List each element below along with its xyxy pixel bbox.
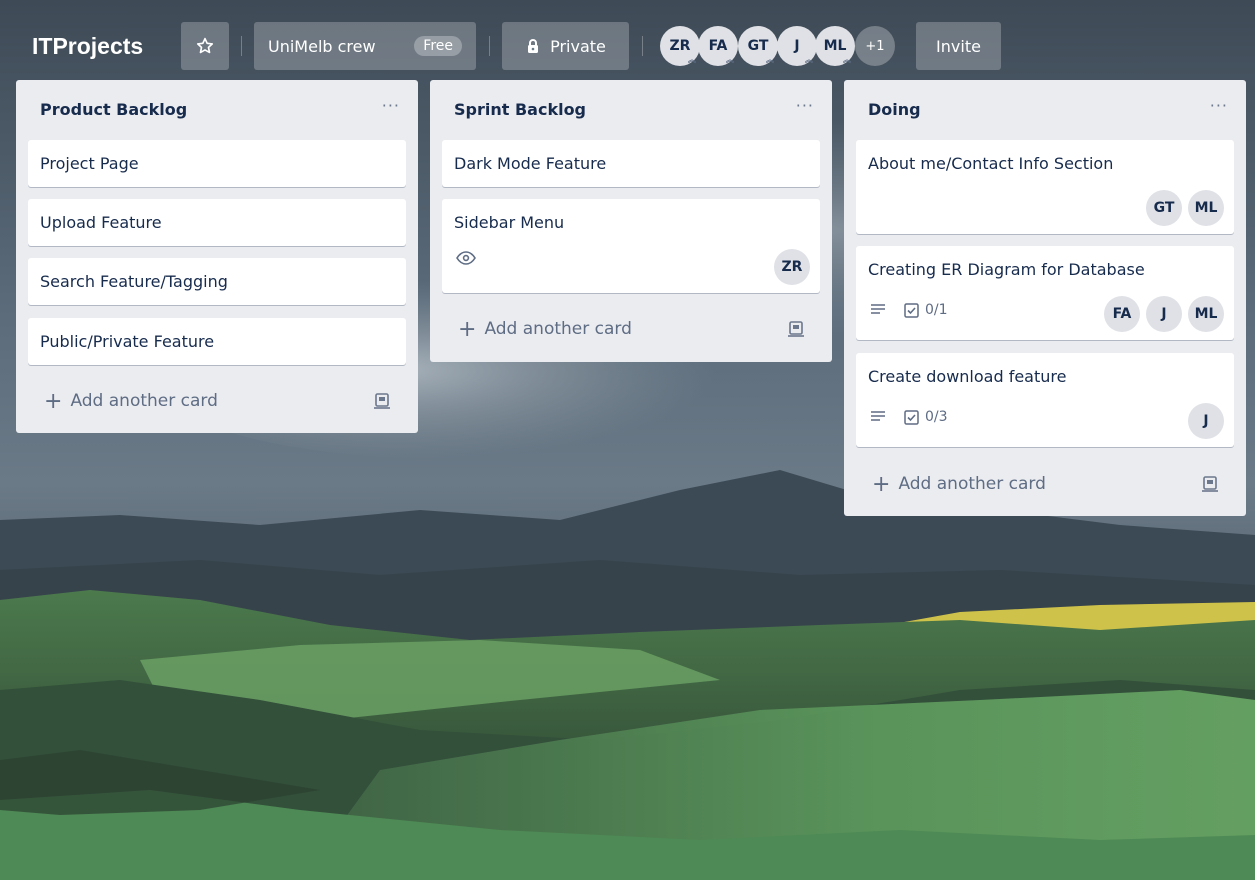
list-title[interactable]: Doing	[868, 100, 921, 119]
add-card-label: Add another card	[898, 474, 1046, 494]
card[interactable]: About me/Contact Info Section GT ML	[856, 140, 1234, 234]
list-title[interactable]: Product Backlog	[40, 100, 187, 119]
board-header: ITProjects UniMelb crew Free Private ZR ︽…	[0, 0, 1255, 80]
visibility-label: Private	[550, 36, 606, 56]
list-menu-button[interactable]: ···	[1210, 96, 1228, 115]
card[interactable]: Create download feature 0/3 J	[856, 353, 1234, 447]
watch-eye-icon	[456, 251, 476, 265]
member-avatar[interactable]: FA ︽	[698, 26, 738, 66]
list-product-backlog: Product Backlog ··· Project Page Upload …	[16, 80, 418, 433]
card-template-icon[interactable]	[786, 319, 806, 339]
card-title: Project Page	[40, 154, 139, 173]
card[interactable]: Project Page	[28, 140, 406, 187]
visibility-button[interactable]: Private	[502, 22, 629, 70]
team-name: UniMelb crew	[268, 36, 376, 56]
member-avatar[interactable]: GT ︽	[738, 26, 778, 66]
list-header: Product Backlog ···	[16, 80, 418, 138]
invite-button[interactable]: Invite	[916, 22, 1001, 70]
card-title: Upload Feature	[40, 213, 162, 232]
list-menu-button[interactable]: ···	[382, 96, 400, 115]
card-members: J	[1188, 403, 1224, 439]
checklist-icon	[904, 409, 919, 425]
admin-chevron-icon: ︽	[805, 55, 813, 64]
board-members: ZR ︽ FA ︽ GT ︽ J ︽ ML ︽ +1	[660, 26, 900, 66]
description-icon	[871, 411, 885, 421]
member-avatar[interactable]: J	[1188, 403, 1224, 439]
board-title[interactable]: ITProjects	[32, 22, 143, 70]
checklist-badge: 0/1	[904, 302, 948, 318]
list-header: Sprint Backlog ···	[430, 80, 832, 138]
card-badges	[456, 251, 476, 265]
card-title: Search Feature/Tagging	[40, 272, 228, 291]
admin-chevron-icon: ︽	[726, 55, 734, 64]
add-card-label: Add another card	[70, 391, 218, 411]
card-title: Public/Private Feature	[40, 332, 215, 351]
card[interactable]: Sidebar Menu ZR	[442, 199, 820, 293]
add-card-button[interactable]: + Add another card	[442, 307, 820, 351]
card[interactable]: Upload Feature	[28, 199, 406, 246]
card[interactable]: Dark Mode Feature	[442, 140, 820, 187]
card[interactable]: Public/Private Feature	[28, 318, 406, 365]
star-board-button[interactable]	[181, 22, 229, 70]
member-avatar[interactable]: FA	[1104, 296, 1140, 332]
header-divider	[489, 36, 490, 56]
plan-badge: Free	[414, 36, 462, 56]
list-header: Doing ···	[844, 80, 1246, 138]
member-avatar[interactable]: ZR	[774, 249, 810, 285]
lock-icon	[528, 39, 539, 53]
plus-icon: +	[458, 316, 477, 342]
member-avatar[interactable]: ML ︽	[815, 26, 855, 66]
list-title[interactable]: Sprint Backlog	[454, 100, 586, 119]
team-button[interactable]: UniMelb crew Free	[254, 22, 476, 70]
list-doing: Doing ··· About me/Contact Info Section …	[844, 80, 1246, 516]
list-menu-button[interactable]: ···	[796, 96, 814, 115]
admin-chevron-icon: ︽	[766, 55, 774, 64]
card-template-icon[interactable]	[1200, 474, 1220, 494]
member-avatar[interactable]: J ︽	[777, 26, 817, 66]
header-divider	[241, 36, 242, 56]
card-template-icon[interactable]	[372, 391, 392, 411]
plus-icon: +	[872, 471, 891, 497]
card-title: Creating ER Diagram for Database	[868, 260, 1145, 279]
add-card-label: Add another card	[484, 319, 632, 339]
member-avatar[interactable]: ML	[1188, 190, 1224, 226]
add-card-button[interactable]: + Add another card	[856, 462, 1234, 506]
card-title: Sidebar Menu	[454, 213, 565, 232]
star-icon	[196, 37, 214, 54]
admin-chevron-icon: ︽	[688, 55, 696, 64]
member-avatar[interactable]: ZR ︽	[660, 26, 700, 66]
list-sprint-backlog: Sprint Backlog ··· Dark Mode Feature Sid…	[430, 80, 832, 362]
add-card-button[interactable]: + Add another card	[28, 379, 406, 423]
description-icon	[871, 304, 885, 314]
card-members: FA J ML	[1104, 296, 1224, 332]
card-badges: 0/1	[870, 302, 948, 318]
card-members: GT ML	[1146, 190, 1224, 226]
more-members-button[interactable]: +1	[855, 26, 895, 66]
checklist-badge: 0/3	[904, 409, 948, 425]
member-avatar[interactable]: GT	[1146, 190, 1182, 226]
card-members: ZR	[774, 249, 810, 285]
card-title: About me/Contact Info Section	[868, 154, 1114, 173]
card-title: Create download feature	[868, 367, 1067, 386]
checklist-count: 0/3	[925, 409, 948, 425]
admin-chevron-icon: ︽	[843, 55, 851, 64]
card-title: Dark Mode Feature	[454, 154, 607, 173]
checklist-count: 0/1	[925, 302, 948, 318]
card-badges: 0/3	[870, 409, 948, 425]
header-divider	[642, 36, 643, 56]
card[interactable]: Search Feature/Tagging	[28, 258, 406, 305]
member-avatar[interactable]: ML	[1188, 296, 1224, 332]
checklist-icon	[904, 302, 919, 318]
card[interactable]: Creating ER Diagram for Database 0/1 FA …	[856, 246, 1234, 340]
member-avatar[interactable]: J	[1146, 296, 1182, 332]
plus-icon: +	[44, 388, 63, 414]
